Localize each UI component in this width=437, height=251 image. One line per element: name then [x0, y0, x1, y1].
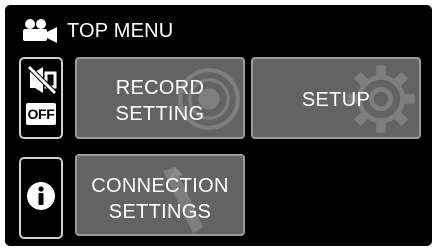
connection-settings-line2: SETTINGS	[108, 201, 212, 223]
video-camera-icon	[23, 19, 57, 43]
connection-settings-button[interactable]: CONNECTION SETTINGS	[75, 154, 245, 236]
camera-screen: TOP MENU OFF RECORD SETTING SETUP CONNEC…	[5, 5, 432, 246]
audio-off-button[interactable]: OFF	[19, 57, 63, 139]
connection-settings-label: CONNECTION SETTINGS	[77, 173, 243, 225]
record-setting-line1: RECORD	[115, 77, 205, 99]
setup-label: SETUP	[301, 89, 371, 111]
mute-icon	[27, 65, 57, 95]
record-setting-button[interactable]: RECORD SETTING	[75, 57, 245, 139]
info-button[interactable]	[19, 157, 63, 239]
header: TOP MENU	[5, 5, 432, 53]
page-title: TOP MENU	[67, 20, 174, 42]
connection-settings-line1: CONNECTION	[91, 175, 229, 197]
record-setting-label: RECORD SETTING	[77, 75, 243, 127]
info-icon	[27, 182, 55, 210]
setup-button[interactable]: SETUP	[251, 57, 421, 139]
off-badge: OFF	[26, 103, 56, 125]
record-setting-line2: SETTING	[115, 103, 205, 125]
